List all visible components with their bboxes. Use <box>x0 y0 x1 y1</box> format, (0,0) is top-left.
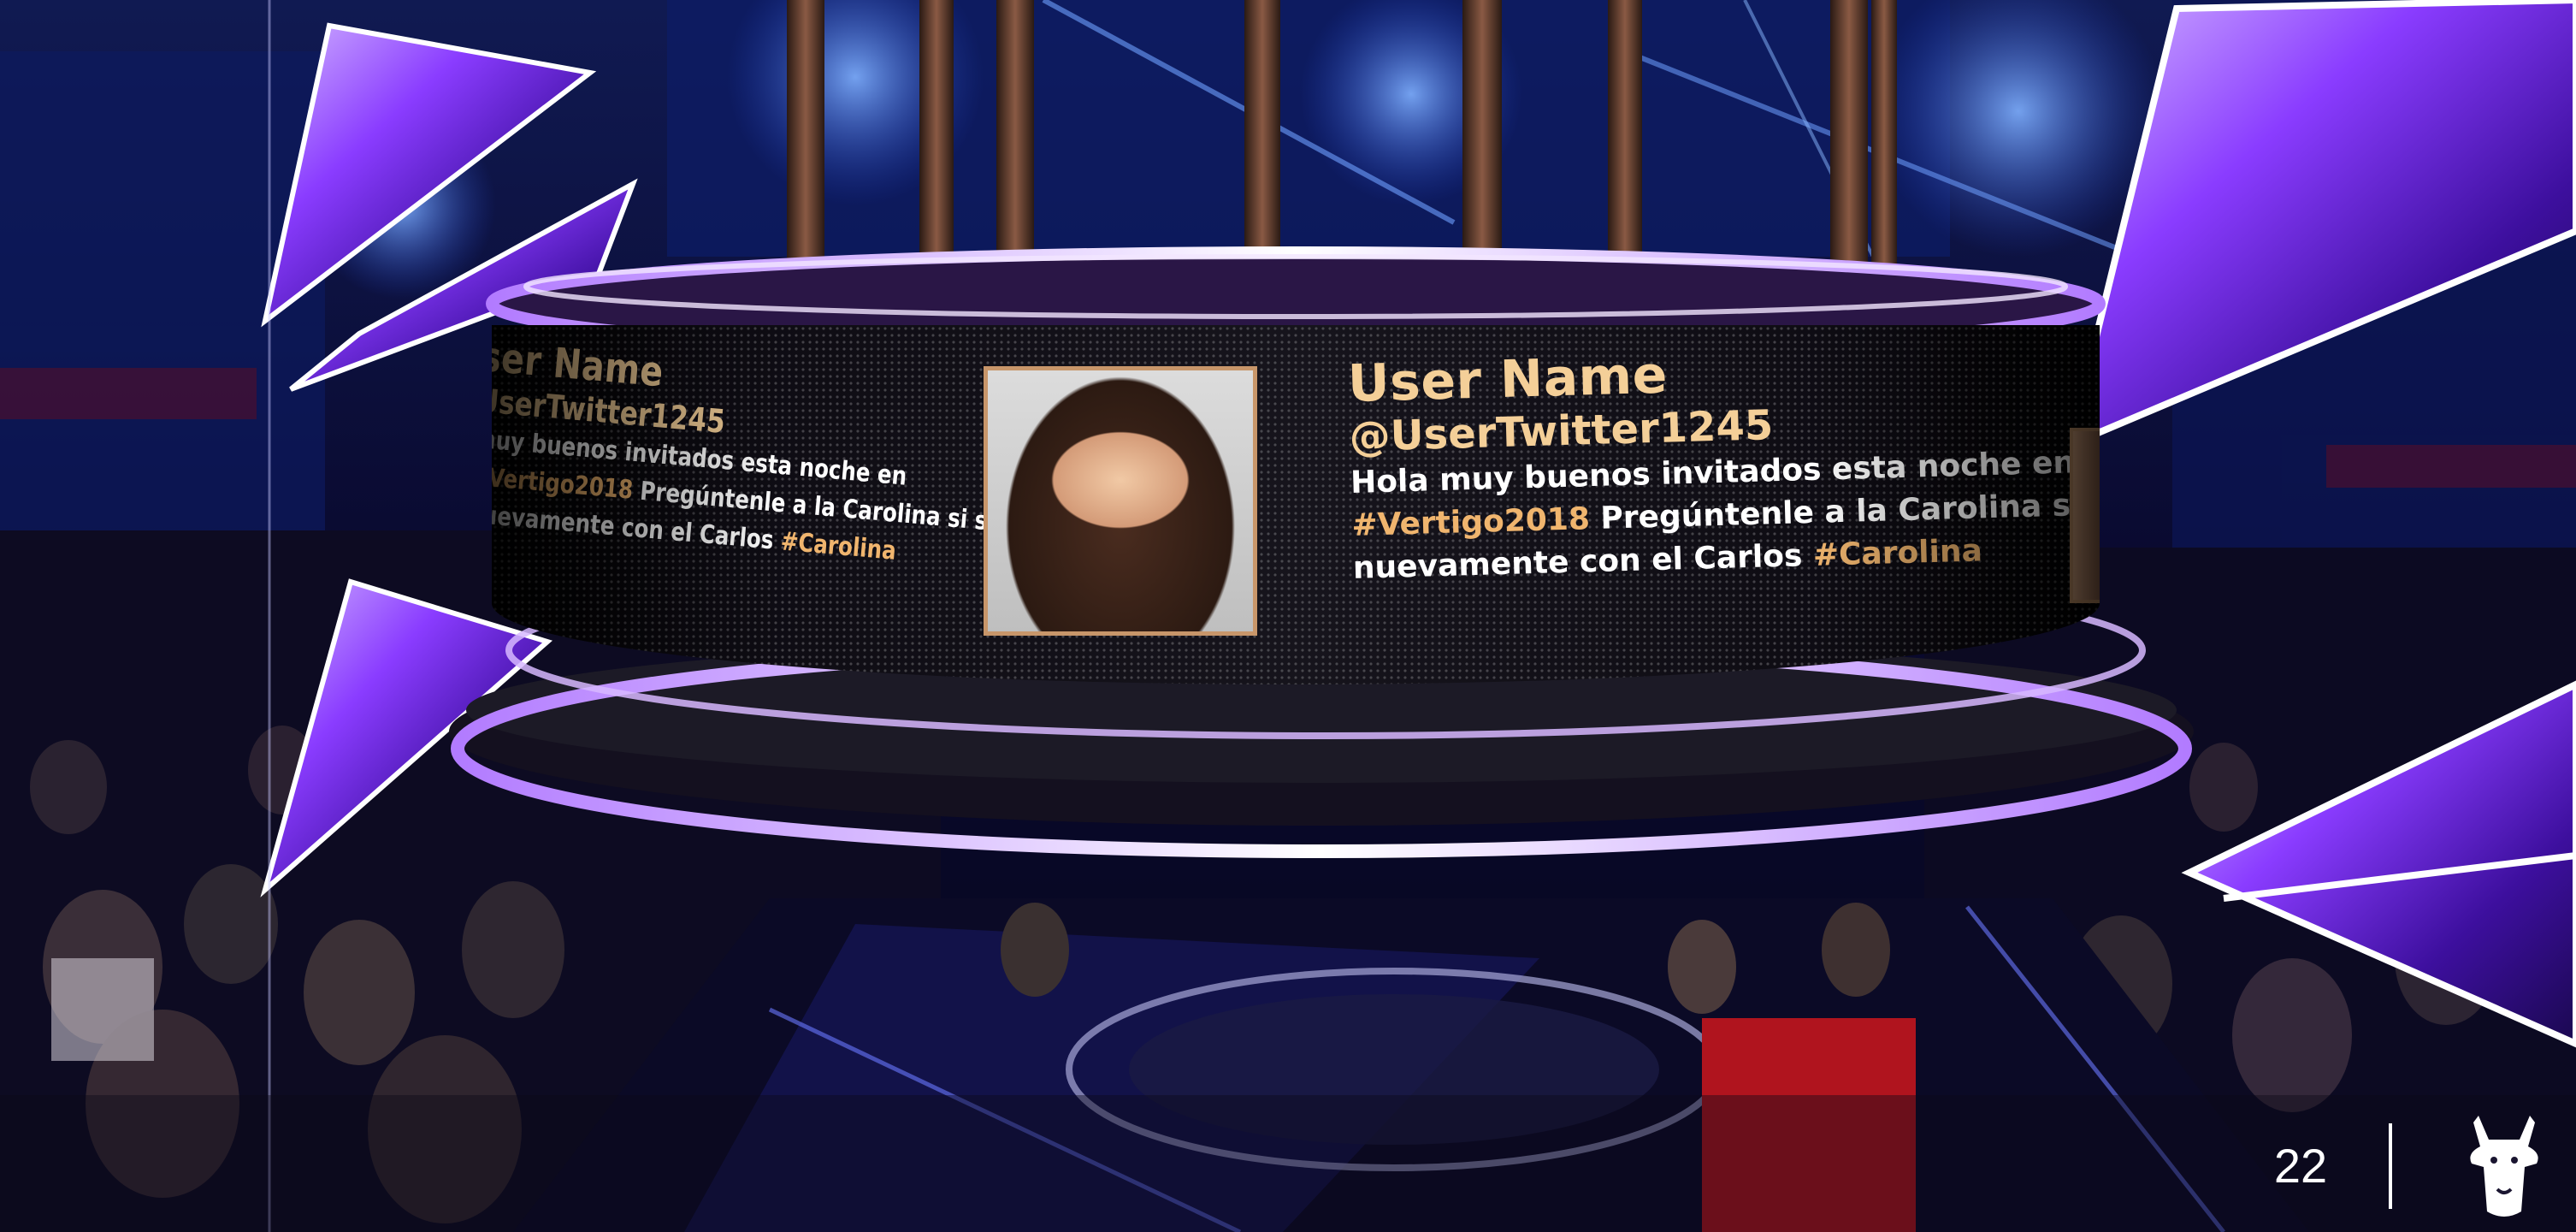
tweet-message-text: nuevamente con el Carlos <box>1352 537 1814 586</box>
tweet-profile-photo <box>984 366 1257 636</box>
tweet-hashtag: #Carolina <box>779 526 898 566</box>
page-number: 22 <box>2273 1139 2328 1193</box>
tweet-hashtag: #Carolina <box>1812 533 1983 573</box>
tweet-card-main: User Name @UserTwitter1245 Hola muy buen… <box>1347 332 2100 590</box>
tv-studio-scene: ser Name UserTwitter1245 muy buenos invi… <box>0 0 2576 1232</box>
ticker-led-band: ser Name UserTwitter1245 muy buenos invi… <box>492 325 2100 684</box>
slide-footer-bar <box>0 1095 2576 1232</box>
tweet-profile-photo-partial <box>2070 428 2100 603</box>
footer-divider <box>2389 1123 2392 1209</box>
tweet-hashtag: #Vertigo2018 <box>1350 501 1591 543</box>
llama-head-icon <box>2470 1116 2538 1217</box>
